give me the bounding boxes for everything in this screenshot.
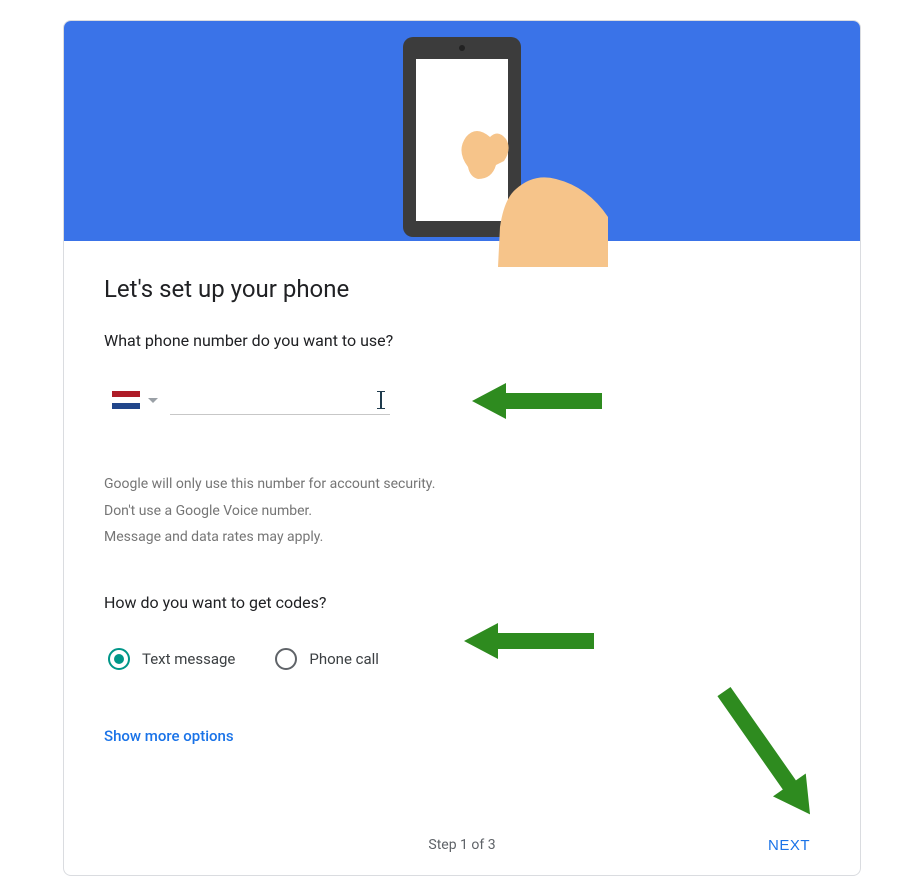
footer-bar: Step 1 of 3 NEXT: [64, 837, 860, 853]
phone-question: What phone number do you want to use?: [104, 331, 820, 350]
chevron-down-icon: [148, 398, 158, 403]
phone-input-row: [104, 386, 820, 415]
disclaimer-line: Don't use a Google Voice number.: [104, 498, 820, 525]
radio-option-phone-call[interactable]: Phone call: [275, 648, 379, 670]
codes-question: How do you want to get codes?: [104, 593, 820, 612]
step-indicator: Step 1 of 3: [428, 837, 495, 853]
text-cursor-icon: [374, 391, 388, 409]
page-title: Let's set up your phone: [104, 275, 820, 303]
radio-label: Text message: [142, 650, 235, 668]
show-more-options-link[interactable]: Show more options: [104, 727, 234, 745]
content-area: Let's set up your phone What phone numbe…: [64, 241, 860, 745]
phone-input-wrap: [170, 386, 390, 415]
hand-illustration: [438, 117, 608, 267]
radio-icon: [108, 648, 130, 670]
disclaimer-line: Message and data rates may apply.: [104, 524, 820, 551]
country-picker[interactable]: [112, 391, 158, 415]
flag-icon-netherlands: [112, 391, 140, 409]
disclaimer-text: Google will only use this number for acc…: [104, 471, 820, 551]
codes-radio-group: Text message Phone call: [104, 648, 820, 670]
disclaimer-line: Google will only use this number for acc…: [104, 471, 820, 498]
radio-label: Phone call: [309, 650, 379, 668]
radio-option-text-message[interactable]: Text message: [108, 648, 235, 670]
next-button[interactable]: NEXT: [768, 837, 810, 854]
setup-phone-card: Let's set up your phone What phone numbe…: [63, 20, 861, 876]
radio-icon: [275, 648, 297, 670]
phone-number-input[interactable]: [170, 386, 390, 415]
hero-banner: [64, 21, 860, 241]
